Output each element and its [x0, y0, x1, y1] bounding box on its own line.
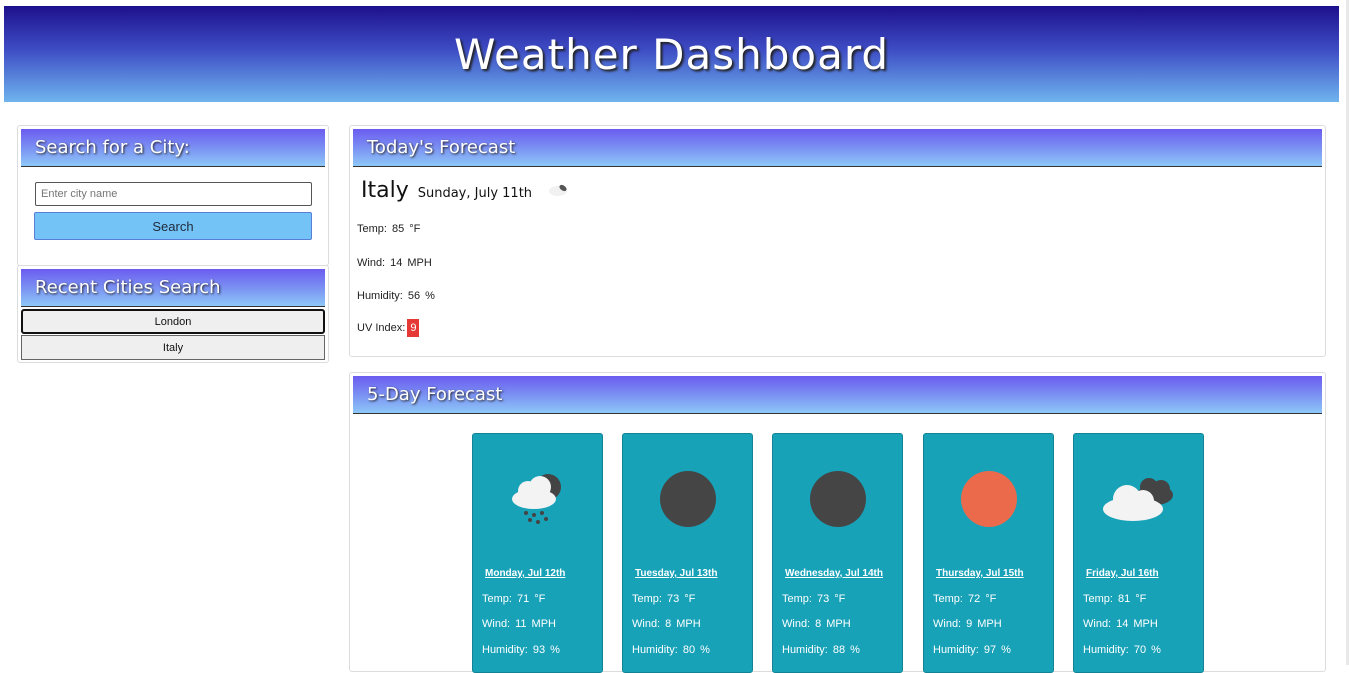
forecast-card: Tuesday, Jul 13th Temp: 73 °F Wind: 8 MPH Hu…: [622, 433, 753, 673]
forecast-date: Friday, Jul 16th: [1086, 568, 1159, 579]
few-clouds-icon: [546, 179, 574, 202]
forecast-date: Wednesday, Jul 14th: [785, 568, 883, 579]
forecast-humidity: Humidity: 93%: [482, 644, 560, 656]
today-wind: Wind: 14 MPH: [357, 257, 432, 269]
forecast-date: Monday, Jul 12th: [485, 568, 566, 579]
dark-circle-icon: [773, 464, 902, 534]
city-search-input[interactable]: [35, 182, 312, 206]
forecast-card: Friday, Jul 16th Temp: 81 °F Wind: 14 MPH Hu…: [1073, 433, 1204, 673]
rain-cloud-icon: [473, 464, 602, 534]
forecast-temp: Temp: 71 °F: [482, 593, 546, 605]
cloudy-icon: [1074, 464, 1203, 534]
forecast-wind: Wind: 8 MPH: [782, 618, 851, 630]
forecast-heading: 5-Day Forecast: [353, 376, 1322, 414]
sun-icon: [924, 464, 1053, 534]
uv-index-badge: 9: [407, 319, 420, 337]
forecast-temp: Temp: 73 °F: [782, 593, 846, 605]
today-forecast-panel: Today's Forecast Italy Sunday, July 11th…: [349, 125, 1326, 357]
search-button[interactable]: Search: [34, 212, 312, 240]
forecast-date: Thursday, Jul 15th: [936, 568, 1024, 579]
today-uv: UV Index: 9: [357, 319, 420, 337]
today-humidity: Humidity: 56%: [357, 290, 435, 302]
forecast-wind: Wind: 9 MPH: [933, 618, 1002, 630]
forecast-card: Wednesday, Jul 14th Temp: 73 °F Wind: 8 MPH …: [772, 433, 903, 673]
forecast-temp: Temp: 72 °F: [933, 593, 997, 605]
search-panel: Search for a City: Search: [17, 125, 329, 266]
forecast-card: Thursday, Jul 15th Temp: 72 °F Wind: 9 MPH H…: [923, 433, 1054, 673]
forecast-temp: Temp: 73 °F: [632, 593, 696, 605]
forecast-date: Tuesday, Jul 13th: [635, 568, 718, 579]
five-day-forecast-panel: 5-Day Forecast Monday, Jul 12th Temp: 71 °…: [349, 372, 1326, 673]
forecast-card: Monday, Jul 12th Temp: 71 °F Wind: 11 MPH Hu…: [472, 433, 603, 673]
recent-city-button[interactable]: Italy: [21, 335, 325, 360]
forecast-humidity: Humidity: 88%: [782, 644, 860, 656]
current-date: Sunday, July 11th: [417, 186, 533, 201]
today-heading: Today's Forecast: [353, 129, 1322, 167]
recent-heading: Recent Cities Search: [21, 269, 325, 307]
dark-circle-icon: [623, 464, 752, 534]
forecast-temp: Temp: 81 °F: [1083, 593, 1147, 605]
recent-cities-panel: Recent Cities Search London Italy: [17, 265, 329, 363]
today-temp: Temp: 85 °F: [357, 223, 421, 235]
city-name: Italy: [361, 178, 409, 203]
page-header: Weather Dashboard: [4, 6, 1339, 102]
forecast-wind: Wind: 14 MPH: [1083, 618, 1158, 630]
city-header: Italy Sunday, July 11th: [361, 178, 574, 203]
search-heading: Search for a City:: [21, 129, 325, 167]
forecast-wind: Wind: 8 MPH: [632, 618, 701, 630]
forecast-wind: Wind: 11 MPH: [482, 618, 556, 630]
forecast-humidity: Humidity: 97%: [933, 644, 1011, 656]
forecast-humidity: Humidity: 70%: [1083, 644, 1161, 656]
page-title: Weather Dashboard: [453, 29, 890, 79]
forecast-humidity: Humidity: 80%: [632, 644, 710, 656]
recent-city-button[interactable]: London: [21, 309, 325, 334]
